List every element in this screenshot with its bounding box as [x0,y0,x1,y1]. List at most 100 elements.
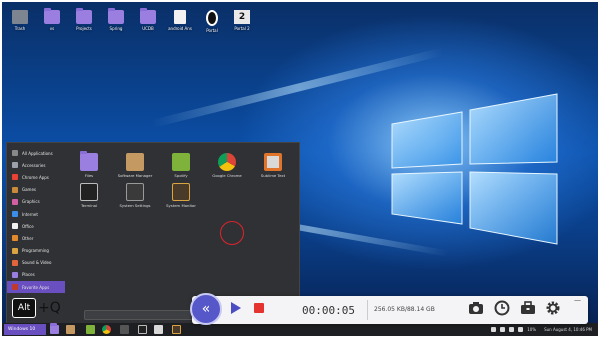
camera-icon[interactable] [468,300,484,316]
system-settings-icon [126,183,144,201]
stop-button[interactable] [254,303,264,313]
desktop-icon-portal[interactable]: Portal [198,10,226,33]
desktop-icon-ucdb[interactable]: UCDB [134,8,162,31]
document-icon [174,10,186,24]
system-monitor-icon[interactable] [172,325,181,334]
app-label: Google Chrome [212,173,242,178]
desktop-icon-android-ans[interactable]: android Ans [166,10,194,31]
software-manager-icon[interactable] [66,325,75,334]
category-all-applications[interactable]: All Applications [7,147,65,159]
category-other[interactable]: Other [7,232,65,244]
desktop-icon-label: Portal 2 [234,26,250,31]
app-system-monitor[interactable]: System Monitor [159,183,203,208]
category-label: Places [22,272,35,278]
desktop-icon-spring[interactable]: Spring [102,8,130,31]
desktop-icon-trash[interactable]: Trash [6,10,34,31]
app-label: System Monitor [166,203,196,208]
app-software-manager[interactable]: Software Manager [113,153,157,178]
category-chrome-apps[interactable]: Chrome Apps [7,171,65,183]
app-google-chrome[interactable]: Google Chrome [205,153,249,178]
recording-size: 256.05 KB/88.14 GB [374,306,435,313]
gear-icon[interactable] [545,300,561,316]
accessories-icon [12,162,18,169]
software-manager-icon [126,153,144,171]
app-terminal[interactable]: Terminal [67,183,111,208]
trash-icon [12,10,28,24]
category-games[interactable]: Games [7,184,65,196]
category-label: Games [22,187,36,193]
minimize-icon[interactable]: — [574,296,581,304]
category-label: All Applications [22,150,53,156]
folder-icon [108,8,124,24]
app-system-settings[interactable]: System Settings [113,183,157,208]
category-label: Sound & Video [22,260,52,266]
internet-icon [12,211,18,218]
chrome-icon [218,153,236,171]
system-settings-icon[interactable] [120,325,129,334]
chrome-icon[interactable] [102,325,111,334]
bluetooth-icon[interactable] [509,327,515,332]
category-label: Chrome Apps [22,174,49,180]
desktop-icon-label: Trash [14,26,26,31]
portal-2-icon: 2 [234,10,250,24]
start-button[interactable]: Windows 10 [4,324,46,335]
category-programming[interactable]: Programming [7,245,65,257]
volume-level: 10% [527,327,537,332]
system-monitor-icon [172,183,190,201]
category-sound-video[interactable]: Sound & Video [7,257,65,269]
desktop-icon-vs[interactable]: vs [38,8,66,31]
places-icon [12,271,18,278]
click-indicator [220,221,244,245]
category-favorite-apps[interactable]: Favorite Apps [7,281,65,294]
app-label: Terminal [80,203,98,208]
collapse-recorder-button[interactable]: « [190,293,222,325]
grid-icon [12,150,18,157]
category-places[interactable]: Places [7,269,65,281]
sublime-text-icon [264,153,282,171]
key-overlay: Alt +Q [12,298,61,318]
sublime-text-icon[interactable] [154,325,163,334]
schedule-icon[interactable] [494,300,510,316]
desktop-icon-label: vs [49,26,55,31]
category-office[interactable]: Office [7,220,65,232]
files-icon[interactable] [50,323,59,334]
desktop-icon-label: UCDB [142,26,154,31]
app-sublime-text[interactable]: Sublime Text [251,153,295,178]
app-spotify[interactable]: Spotify [159,153,203,178]
category-label: Favorite Apps [22,284,50,290]
start-button-label: Windows 10 [8,327,36,332]
category-graphics[interactable]: Graphics [7,196,65,208]
app-label: Software Manager [117,173,153,178]
menu-categories: All Applications Accessories Chrome Apps… [7,147,65,294]
toolbox-icon[interactable] [520,300,536,316]
desktop-icon-portal-2[interactable]: 2 Portal 2 [228,10,256,31]
category-internet[interactable]: Internet [7,208,65,220]
terminal-icon[interactable] [138,325,147,334]
folder-icon [76,8,92,24]
app-files[interactable]: Files [67,151,111,178]
network-icon[interactable] [500,327,506,332]
category-accessories[interactable]: Accessories [7,159,65,171]
taskbar: Windows 10 10% Sun August 4, 10:46 PM [2,323,598,336]
category-label: Accessories [22,162,46,168]
app-label: Files [84,173,94,178]
toolbar-divider [367,300,368,320]
pin-icon[interactable] [491,327,497,332]
folder-icon [140,8,156,24]
desktop-icon-label: android Ans [168,26,192,31]
office-icon [12,223,18,230]
system-tray: 10% Sun August 4, 10:46 PM [491,323,592,336]
play-button[interactable] [231,302,241,314]
desktop-icon-projects[interactable]: Projects [70,8,98,31]
app-label: System Settings [119,203,151,208]
desktop-icon-label: Spring [109,26,123,31]
app-label: Sublime Text [260,173,286,178]
portal-icon [206,10,218,26]
plus-q-key: +Q [38,300,61,316]
spotify-icon[interactable] [86,325,95,334]
clock[interactable]: Sun August 4, 10:46 PM [544,327,592,332]
sound-video-icon [12,259,18,266]
volume-icon[interactable] [518,327,524,332]
category-label: Programming [22,248,49,254]
category-label: Internet [22,211,38,217]
